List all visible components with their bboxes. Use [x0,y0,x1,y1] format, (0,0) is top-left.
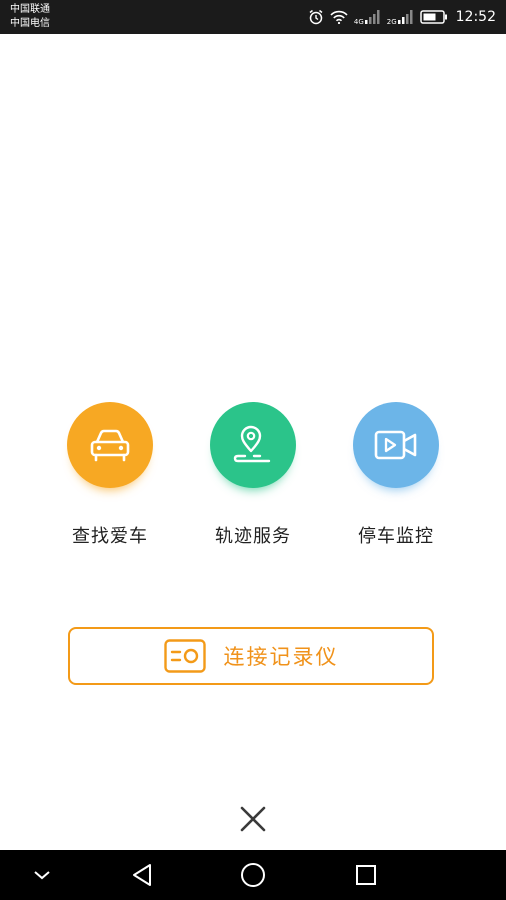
signal-2g: 2G [387,9,414,26]
parking-monitor-circle[interactable] [353,402,439,488]
close-icon [240,806,266,832]
chevron-down-icon [34,871,50,880]
wifi-icon [330,10,348,24]
track-service-circle[interactable] [210,402,296,488]
net-label-2g: 2G [386,17,397,26]
dashcam-icon [163,639,206,673]
battery-icon [419,10,448,24]
net-label-4g: 4G [353,17,364,26]
recents-button[interactable] [348,850,384,900]
find-car-label: 查找爱车 [72,526,148,547]
carrier-2: 中国电信 [10,18,50,29]
track-service-button[interactable]: 轨迹服务 [193,402,313,548]
connect-recorder-label: 连接记录仪 [223,645,339,669]
feature-row: 查找爱车 轨迹服务 停车监控 [0,402,506,552]
track-service-label: 轨迹服务 [215,526,291,547]
navigation-bar [0,850,506,900]
alarm-icon [308,9,324,25]
carrier-1: 中国联通 [10,4,50,15]
status-bar: 中国联通 中国电信 4G 2G 12:52 [0,0,506,34]
signal-4g: 4G [354,9,381,26]
video-camera-icon [374,430,417,460]
connect-recorder-button[interactable]: 连接记录仪 [68,627,434,685]
hide-nav-button[interactable] [26,850,58,900]
signal-icon [364,10,380,24]
car-icon [90,429,130,462]
back-icon [133,864,151,886]
recents-icon [356,865,376,885]
home-button[interactable] [235,850,271,900]
signal-icon [397,10,413,24]
clock: 12:52 [455,9,496,25]
home-icon [241,863,265,887]
location-pin-icon [233,425,271,463]
parking-monitor-button[interactable]: 停车监控 [336,402,456,548]
parking-monitor-label: 停车监控 [358,526,434,547]
find-car-button[interactable]: 查找爱车 [50,402,170,548]
carrier-info: 中国联通 中国电信 [10,3,50,31]
find-car-circle[interactable] [67,402,153,488]
back-button[interactable] [124,850,160,900]
close-button[interactable] [238,804,268,834]
status-icons: 4G 2G 12:52 [308,0,496,34]
